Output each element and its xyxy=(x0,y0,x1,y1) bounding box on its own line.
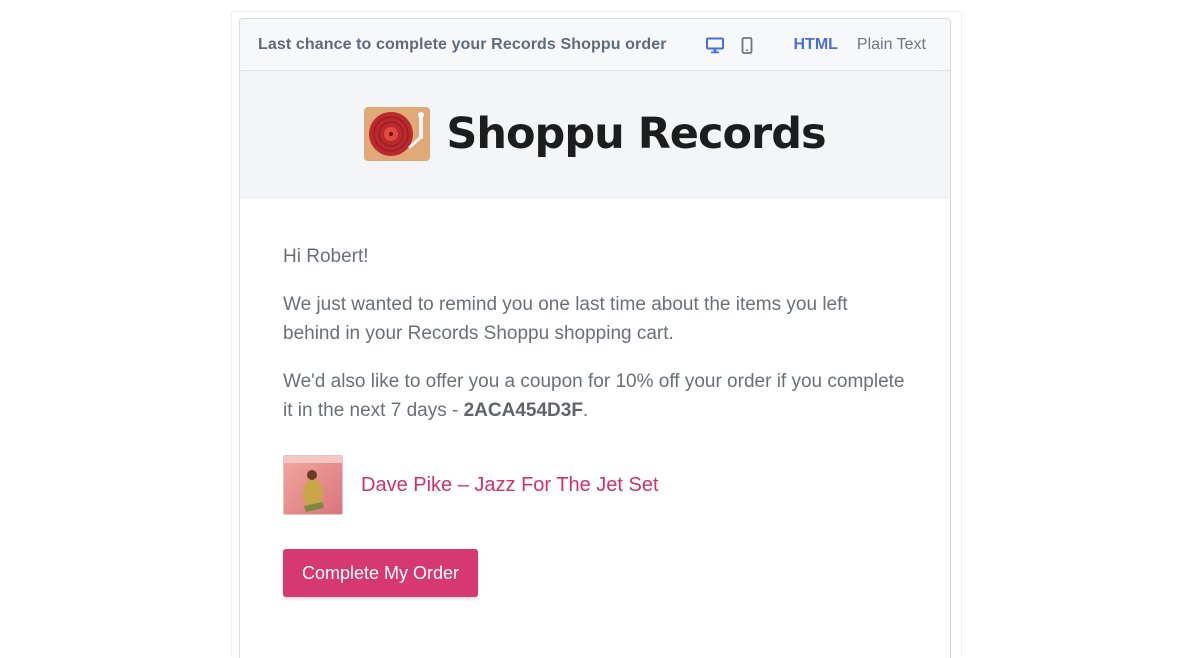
mobile-icon[interactable] xyxy=(738,36,756,54)
coupon-text-prefix: We'd also like to offer you a coupon for… xyxy=(283,371,905,421)
complete-order-button[interactable]: Complete My Order xyxy=(283,549,478,597)
greeting: Hi Robert! xyxy=(283,246,369,267)
email-body: Hi Robert! We just wanted to remind you … xyxy=(240,198,950,597)
coupon-code: 2ACA454D3F xyxy=(463,400,583,421)
tab-html[interactable]: HTML xyxy=(793,36,837,54)
album-cover-image[interactable] xyxy=(283,455,343,515)
turntable-icon xyxy=(364,107,431,161)
device-toggle xyxy=(706,36,756,54)
format-tabs: HTML Plain Text xyxy=(793,19,926,71)
cart-item: Dave Pike – Jazz For The Jet Set xyxy=(283,455,907,515)
coupon-text-suffix: . xyxy=(582,400,589,421)
reminder-text: We just wanted to remind you one last ti… xyxy=(283,294,848,344)
desktop-icon[interactable] xyxy=(706,36,724,54)
email-header: Shoppu Records xyxy=(240,71,950,198)
preview-toolbar: Last chance to complete your Records Sho… xyxy=(240,19,950,71)
email-preview: Last chance to complete your Records Sho… xyxy=(239,18,951,658)
brand-name: Shoppu Records xyxy=(446,109,826,159)
coupon-text: We'd also like to offer you a coupon for… xyxy=(283,367,907,425)
email-subject: Last chance to complete your Records Sho… xyxy=(258,35,667,53)
tab-plain-text[interactable]: Plain Text xyxy=(857,36,926,54)
product-link[interactable]: Dave Pike – Jazz For The Jet Set xyxy=(361,474,659,497)
